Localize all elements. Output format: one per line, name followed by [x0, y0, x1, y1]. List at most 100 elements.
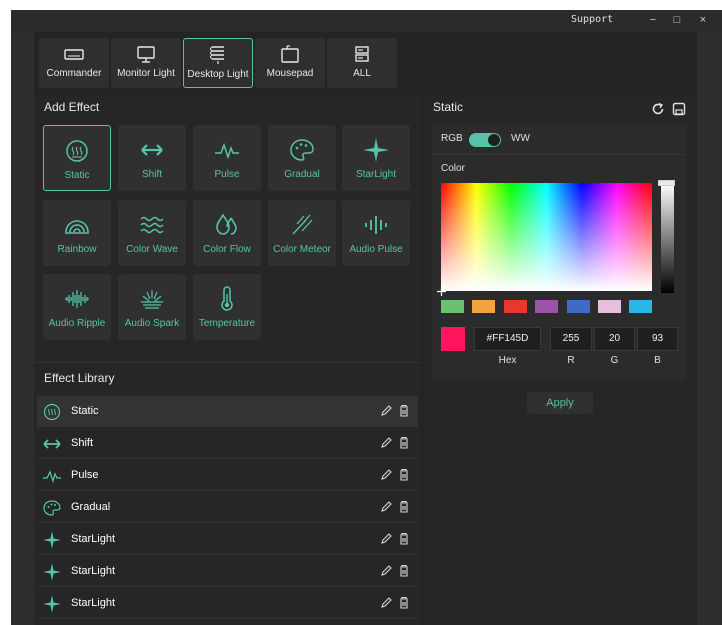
divider	[432, 154, 686, 155]
palette-icon	[43, 500, 61, 516]
library-row-shift[interactable]: Shift	[37, 428, 418, 459]
b-caption: B	[654, 355, 661, 366]
shift-icon	[43, 439, 61, 449]
left-frame	[11, 32, 34, 625]
brightness-slider[interactable]	[661, 183, 674, 293]
device-tab-label: ALL	[353, 68, 371, 79]
delete-icon[interactable]	[397, 532, 411, 546]
ww-label: WW	[511, 133, 530, 144]
device-tab-desktop-light[interactable]: Desktop Light	[183, 38, 253, 88]
rainbow-icon	[65, 220, 89, 234]
palette-icon	[290, 139, 314, 161]
swatch-red[interactable]	[504, 300, 527, 313]
effect-temperature[interactable]: Temperature	[193, 274, 261, 340]
color-label: Color	[441, 163, 465, 174]
effect-library-title: Effect Library	[44, 371, 115, 385]
effect-label: Color Wave	[126, 244, 178, 255]
library-row-pulse[interactable]: Pulse	[37, 460, 418, 491]
close-icon[interactable]: ×	[695, 12, 711, 28]
divider	[34, 362, 421, 363]
color-spectrum[interactable]	[441, 183, 652, 291]
swatch-pink[interactable]	[598, 300, 621, 313]
edit-icon[interactable]	[379, 468, 393, 482]
effect-static[interactable]: Static	[43, 125, 111, 191]
effect-shift[interactable]: Shift	[118, 125, 186, 191]
effect-gradual[interactable]: Gradual	[268, 125, 336, 191]
effect-label: Rainbow	[57, 244, 97, 255]
effect-rainbow[interactable]: Rainbow	[43, 200, 111, 266]
library-row-starlight[interactable]: StarLight	[37, 588, 418, 619]
effect-color-wave[interactable]: Color Wave	[118, 200, 186, 266]
library-row-starlight[interactable]: StarLight	[37, 556, 418, 587]
refresh-icon[interactable]	[651, 102, 665, 116]
edit-icon[interactable]	[379, 404, 393, 418]
star-icon	[43, 531, 61, 549]
effect-pulse[interactable]: Pulse	[193, 125, 261, 191]
hex-input[interactable]: #FF145D	[474, 327, 541, 351]
device-tab-label: Mousepad	[266, 68, 314, 79]
effect-label: Color Meteor	[273, 244, 331, 255]
r-input[interactable]: 255	[550, 327, 592, 351]
effect-label: Static	[64, 170, 90, 181]
edit-icon[interactable]	[379, 532, 393, 546]
device-tab-all[interactable]: ALL	[327, 38, 397, 88]
maximize-icon[interactable]: □	[669, 12, 685, 28]
minimize-icon[interactable]: −	[645, 12, 661, 28]
delete-icon[interactable]	[397, 596, 411, 610]
g-caption: G	[610, 355, 619, 366]
device-tab-mousepad[interactable]: Mousepad	[255, 38, 325, 88]
delete-icon[interactable]	[397, 468, 411, 482]
delete-icon[interactable]	[397, 500, 411, 514]
device-tab-commander[interactable]: Commander	[39, 38, 109, 88]
effect-label: Temperature	[198, 318, 256, 329]
star-icon	[43, 563, 61, 581]
apply-button[interactable]: Apply	[527, 392, 593, 414]
device-tab-label: Monitor Light	[117, 68, 175, 79]
swatch-blue[interactable]	[567, 300, 590, 313]
library-row-gradual[interactable]: Gradual	[37, 492, 418, 523]
effect-audio-pulse[interactable]: Audio Pulse	[342, 200, 410, 266]
delete-icon[interactable]	[397, 436, 411, 450]
meteor-icon	[292, 214, 313, 235]
library-row-static[interactable]: Static	[37, 396, 418, 427]
b-input[interactable]: 93	[637, 327, 678, 351]
r-caption: R	[567, 355, 575, 366]
effect-color-meteor[interactable]: Color Meteor	[268, 200, 336, 266]
effect-color-flow[interactable]: Color Flow	[193, 200, 261, 266]
effect-label: Gradual	[284, 169, 320, 180]
effect-label: StarLight	[355, 169, 397, 180]
swatch-orange[interactable]	[472, 300, 495, 313]
effect-label: Color Flow	[203, 244, 251, 255]
edit-icon[interactable]	[379, 436, 393, 450]
color-cursor-icon[interactable]	[437, 287, 446, 296]
effect-starlight[interactable]: StarLight	[342, 125, 410, 191]
support-link[interactable]: Support	[571, 14, 613, 25]
delete-icon[interactable]	[397, 404, 411, 418]
g-input[interactable]: 20	[594, 327, 635, 351]
edit-icon[interactable]	[379, 596, 393, 610]
static-icon	[66, 140, 88, 162]
rgb-ww-toggle[interactable]	[469, 133, 501, 147]
edit-icon[interactable]	[379, 500, 393, 514]
library-item-name: StarLight	[71, 565, 116, 577]
library-item-name: Gradual	[71, 501, 111, 513]
delete-icon[interactable]	[397, 564, 411, 578]
current-color-preview	[441, 327, 465, 351]
swatch-purple[interactable]	[535, 300, 558, 313]
library-row-starlight[interactable]: StarLight	[37, 524, 418, 555]
library-item-name: StarLight	[71, 533, 116, 545]
device-tab-monitor-light[interactable]: Monitor Light	[111, 38, 181, 88]
device-tab-label: Commander	[46, 68, 102, 79]
brightness-handle[interactable]	[658, 180, 675, 186]
library-item-name: StarLight	[71, 597, 116, 609]
monitor-icon	[137, 46, 155, 63]
edit-icon[interactable]	[379, 564, 393, 578]
swatch-cyan[interactable]	[629, 300, 652, 313]
shift-icon	[141, 144, 163, 156]
right-frame	[697, 32, 722, 625]
rgb-label: RGB	[441, 133, 463, 144]
swatch-green[interactable]	[441, 300, 464, 313]
effect-audio-spark[interactable]: Audio Spark	[118, 274, 186, 340]
effect-audio-ripple[interactable]: Audio Ripple	[43, 274, 111, 340]
save-icon[interactable]	[672, 102, 686, 116]
